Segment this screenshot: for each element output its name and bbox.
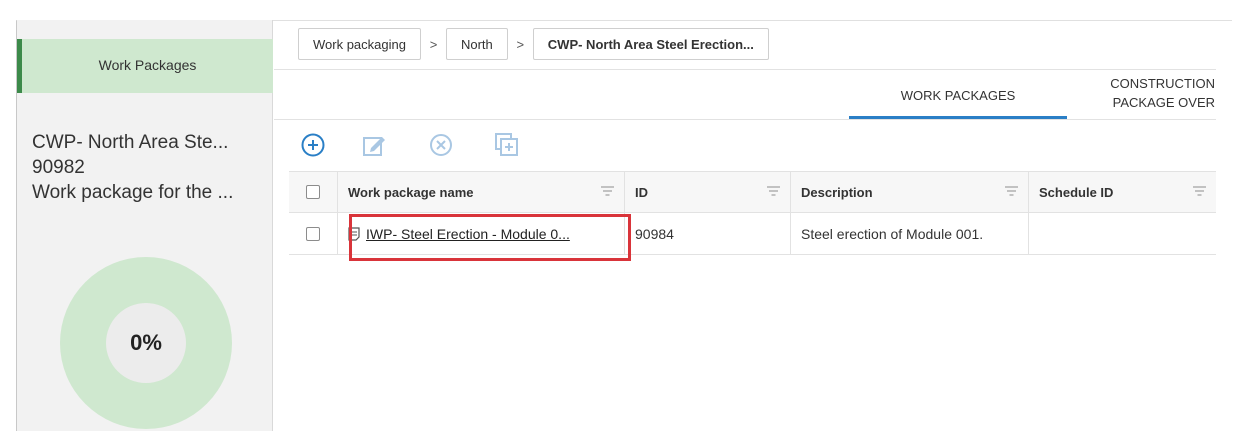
breadcrumb-item-north[interactable]: North (445, 28, 508, 60)
column-header-label: Work package name (348, 184, 474, 200)
breadcrumb-item-current[interactable]: CWP- North Area Steel Erection... (532, 28, 769, 60)
breadcrumb-item-work-packaging[interactable]: Work packaging (298, 28, 421, 60)
breadcrumb-separator: > (516, 36, 525, 52)
table-header-row: Work package name ID Description Schedul… (289, 171, 1216, 213)
filter-icon (601, 186, 614, 196)
cell-name: IWP- Steel Erection - Module 0... (338, 213, 625, 254)
column-header-schedule-id[interactable]: Schedule ID (1029, 172, 1216, 212)
tab-construction-label-line2: PACKAGE OVER (1112, 95, 1215, 110)
select-all-cell (289, 172, 338, 212)
cell-id: 90984 (625, 213, 791, 254)
column-header-name[interactable]: Work package name (338, 172, 625, 212)
row-select-cell (289, 213, 338, 254)
package-id: 90982 (32, 157, 85, 178)
filter-icon (1193, 186, 1206, 196)
tab-construction-label-line1: CONSTRUCTION (1110, 76, 1215, 91)
add-icon (301, 133, 325, 157)
breadcrumb-separator: > (429, 36, 438, 52)
cell-description: Steel erection of Module 001. (791, 213, 1029, 254)
edit-button[interactable] (360, 131, 388, 159)
column-header-label: Description (801, 184, 873, 200)
cell-schedule-id (1029, 213, 1216, 254)
package-info: CWP- North Area Ste... 90982 Work packag… (32, 130, 268, 205)
divider (274, 69, 1216, 70)
column-header-label: ID (635, 184, 648, 200)
column-header-label: Schedule ID (1039, 184, 1114, 200)
table-row[interactable]: IWP- Steel Erection - Module 0... 90984 … (289, 213, 1216, 255)
breadcrumb: Work packaging > North > CWP- North Area… (298, 28, 769, 60)
progress-donut: 0% (60, 257, 232, 429)
package-name: CWP- North Area Ste... (32, 132, 229, 153)
delete-icon (430, 134, 452, 156)
progress-label: 0% (106, 303, 186, 383)
work-package-link[interactable]: IWP- Steel Erection - Module 0... (366, 226, 570, 242)
package-description: Work package for the ... (32, 182, 234, 203)
copy-icon (495, 133, 518, 156)
document-icon (348, 226, 360, 241)
column-header-id[interactable]: ID (625, 172, 791, 212)
tab-work-packages[interactable]: WORK PACKAGES (849, 88, 1067, 103)
sidebar-tab-work-packages[interactable]: Work Packages (17, 39, 273, 93)
select-all-checkbox[interactable] (306, 185, 320, 199)
edit-icon (363, 137, 385, 156)
row-checkbox[interactable] (306, 226, 320, 241)
divider (274, 119, 1216, 120)
delete-button[interactable] (427, 131, 455, 159)
sidebar: Work Packages CWP- North Area Ste... 909… (17, 20, 273, 431)
sidebar-tab-label: Work Packages (98, 57, 197, 73)
copy-button[interactable] (493, 131, 521, 159)
tab-construction-package-overview[interactable]: CONSTRUCTION PACKAGE OVER (1075, 74, 1215, 112)
work-packages-table: Work package name ID Description Schedul… (289, 171, 1216, 255)
filter-icon (767, 186, 780, 196)
column-header-description[interactable]: Description (791, 172, 1029, 212)
filter-icon (1005, 186, 1018, 196)
add-button[interactable] (299, 131, 327, 159)
